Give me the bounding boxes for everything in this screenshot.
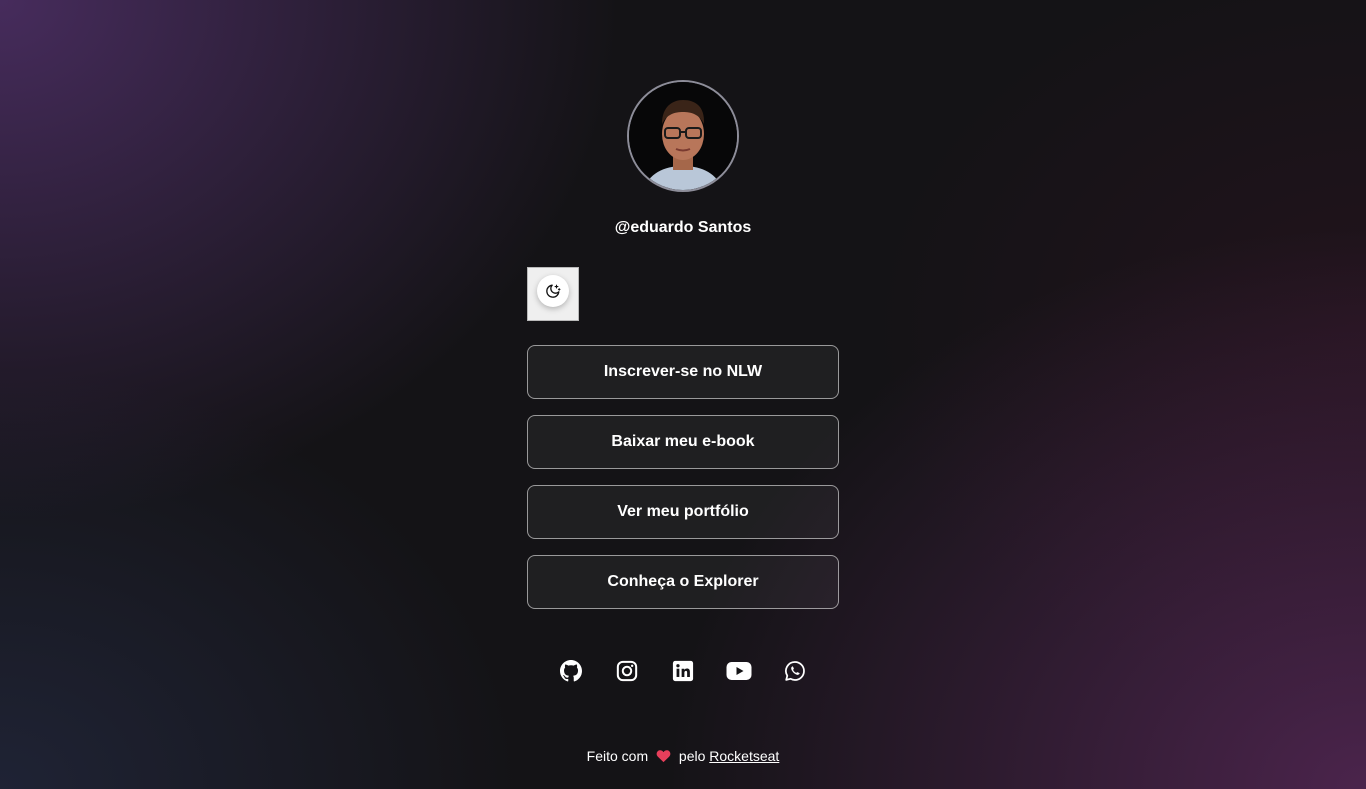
youtube-icon [726, 662, 752, 680]
list-item: Baixar meu e-book [527, 415, 839, 469]
link-button-ebook[interactable]: Baixar meu e-book [527, 415, 839, 469]
link-button-explorer[interactable]: Conheça o Explorer [527, 555, 839, 609]
github-icon [560, 660, 582, 682]
footer-middle: pelo [678, 748, 706, 764]
username: @eduardo Santos [614, 219, 752, 236]
github-link[interactable] [555, 655, 587, 687]
main-container: @eduardo Santos Inscrever-se no NLW Baix… [527, 80, 839, 609]
theme-switch-knob[interactable] [537, 275, 569, 307]
link-button-portfolio[interactable]: Ver meu portfólio [527, 485, 839, 539]
linkedin-icon [672, 660, 694, 682]
footer: Feito com pelo Rocketseat [0, 746, 1366, 766]
moon-stars-icon [546, 284, 561, 298]
instagram-icon [616, 660, 638, 682]
avatar [627, 80, 739, 192]
instagram-link[interactable] [611, 655, 643, 687]
social-links [0, 655, 1366, 687]
linkedin-link[interactable] [667, 655, 699, 687]
youtube-link[interactable] [723, 655, 755, 687]
whatsapp-icon [785, 661, 805, 681]
avatar-photo [629, 82, 737, 190]
list-item: Inscrever-se no NLW [527, 345, 839, 399]
list-item: Conheça o Explorer [527, 555, 839, 609]
link-list: Inscrever-se no NLW Baixar meu e-book Ve… [527, 345, 839, 609]
footer-prefix: Feito com [586, 748, 649, 764]
heart-icon [656, 750, 671, 763]
list-item: Ver meu portfólio [527, 485, 839, 539]
whatsapp-link[interactable] [779, 655, 811, 687]
rocketseat-link[interactable]: Rocketseat [709, 748, 779, 764]
profile: @eduardo Santos [527, 80, 839, 240]
link-button-nlw[interactable]: Inscrever-se no NLW [527, 345, 839, 399]
theme-switch[interactable] [527, 267, 579, 321]
